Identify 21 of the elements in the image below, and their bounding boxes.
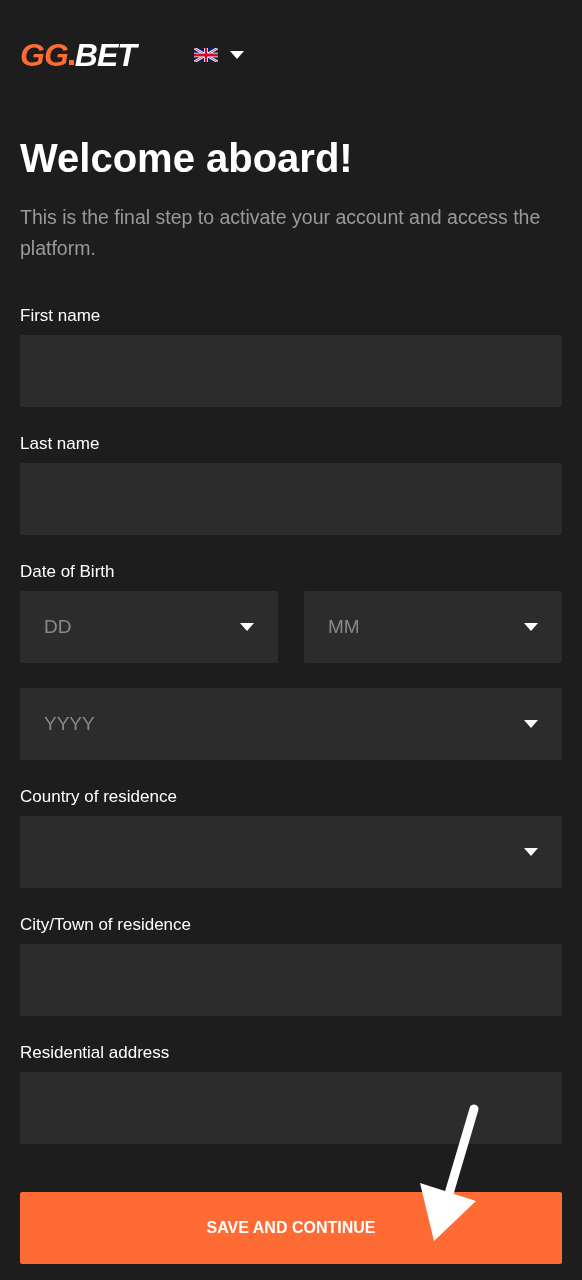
- caret-icon: [524, 848, 538, 856]
- caret-icon: [524, 720, 538, 728]
- dropdown-field[interactable]: DD: [20, 591, 278, 663]
- caret-icon: [229, 51, 244, 59]
- field-label: Date of Birth: [20, 562, 116, 582]
- page-title: Welcome aboard!: [20, 135, 354, 182]
- flag-icon: [193, 48, 218, 62]
- caret-icon: [240, 623, 254, 631]
- field-label: Country of residence: [20, 787, 178, 807]
- save-button[interactable]: SAVE AND CONTINUE: [20, 1192, 562, 1264]
- input-field[interactable]: [20, 1072, 562, 1144]
- field-label: Last name: [20, 434, 101, 454]
- dropdown-field[interactable]: YYYY: [20, 688, 562, 760]
- caret-icon: [524, 623, 538, 631]
- dropdown-field[interactable]: MM: [304, 591, 562, 663]
- field-label: Residential address: [20, 1043, 171, 1063]
- intro-text: This is the final step to activate your account and access the platform.: [20, 205, 542, 261]
- field-label: City/Town of residence: [20, 915, 193, 935]
- dropdown-field[interactable]: [20, 816, 562, 888]
- field-label: First name: [20, 306, 102, 326]
- language-selector[interactable]: [193, 48, 244, 62]
